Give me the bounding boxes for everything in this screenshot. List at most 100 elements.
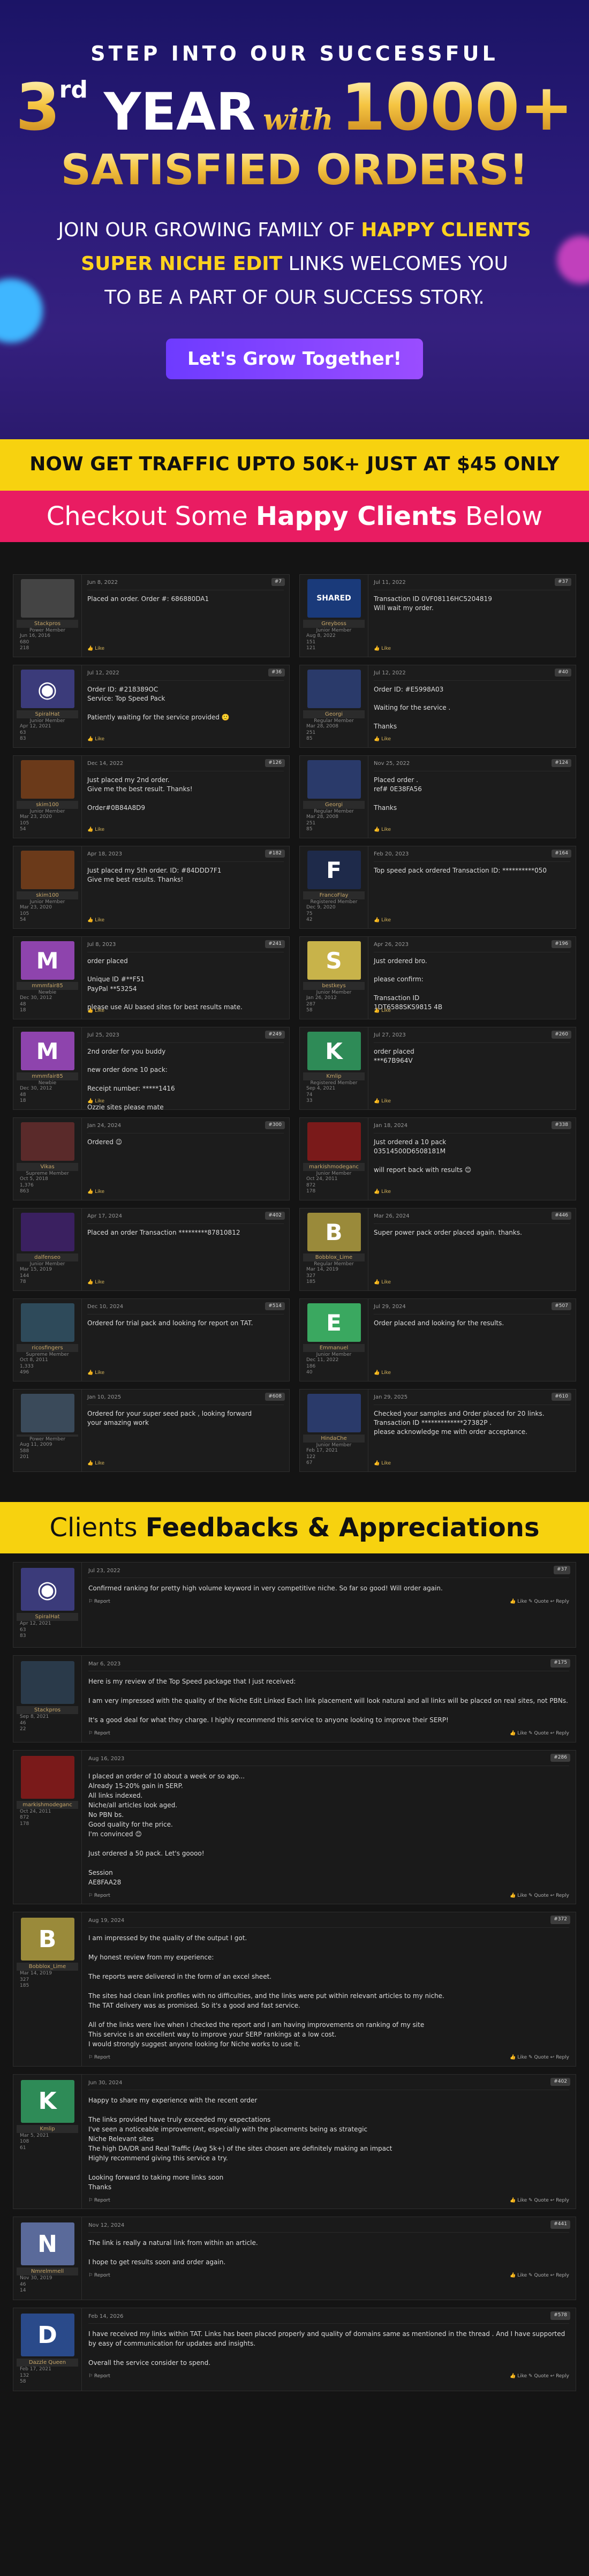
post-actions[interactable]: 👍 Like ✎ Quote ↩ Reply bbox=[510, 2054, 569, 2062]
username[interactable]: Kmlip bbox=[303, 1072, 365, 1080]
avatar[interactable] bbox=[20, 1661, 74, 1704]
report-link[interactable]: ⚐ Report bbox=[88, 2373, 110, 2380]
like-reaction[interactable]: 👍 Like bbox=[374, 1008, 391, 1015]
like-reaction[interactable]: 👍 Like bbox=[374, 917, 391, 924]
post-number[interactable]: #610 bbox=[552, 1393, 571, 1401]
avatar[interactable] bbox=[307, 1394, 361, 1432]
avatar[interactable] bbox=[20, 1213, 74, 1251]
username[interactable]: Dazzle Queen bbox=[17, 2359, 78, 2367]
username[interactable]: skim100 bbox=[17, 891, 78, 899]
post-number[interactable]: #40 bbox=[555, 669, 571, 677]
like-reaction[interactable]: 👍 Like bbox=[87, 1098, 104, 1105]
username[interactable]: Stackpros bbox=[17, 620, 78, 628]
avatar[interactable] bbox=[20, 851, 74, 889]
post-number[interactable]: #37 bbox=[555, 578, 571, 587]
avatar[interactable]: S bbox=[307, 941, 361, 980]
avatar[interactable]: N bbox=[20, 2222, 74, 2265]
post-actions[interactable]: 👍 Like ✎ Quote ↩ Reply bbox=[510, 2197, 569, 2205]
post-number[interactable]: #164 bbox=[552, 850, 571, 858]
post-actions[interactable]: 👍 Like ✎ Quote ↩ Reply bbox=[510, 2373, 569, 2380]
username[interactable]: dalfenseo bbox=[17, 1253, 78, 1261]
username[interactable]: Vikas bbox=[17, 1163, 78, 1171]
post-number[interactable]: #124 bbox=[552, 759, 571, 768]
post-number[interactable]: #7 bbox=[271, 578, 285, 587]
avatar[interactable]: M bbox=[20, 941, 74, 980]
username[interactable]: Emmanuel bbox=[303, 1344, 365, 1352]
like-reaction[interactable]: 👍 Like bbox=[374, 1460, 391, 1467]
username[interactable]: SpiralHat bbox=[17, 710, 78, 718]
like-reaction[interactable]: 👍 Like bbox=[374, 736, 391, 743]
username[interactable]: Stackpros bbox=[17, 1706, 78, 1714]
like-reaction[interactable]: 👍 Like bbox=[87, 1189, 104, 1196]
post-number[interactable]: #182 bbox=[265, 850, 285, 858]
like-reaction[interactable]: 👍 Like bbox=[87, 1008, 104, 1015]
post-actions[interactable]: 👍 Like ✎ Quote ↩ Reply bbox=[510, 1730, 569, 1738]
username[interactable]: Kmlip bbox=[17, 2124, 78, 2133]
username[interactable]: bestkeys bbox=[303, 982, 365, 990]
post-number[interactable]: #126 bbox=[265, 759, 285, 768]
username[interactable]: skim100 bbox=[17, 801, 78, 809]
lets-grow-button[interactable]: Let's Grow Together! bbox=[166, 339, 423, 379]
avatar[interactable]: M bbox=[20, 1032, 74, 1070]
avatar[interactable]: ◉ bbox=[20, 670, 74, 708]
avatar[interactable] bbox=[307, 760, 361, 799]
username[interactable]: Georgi bbox=[303, 710, 365, 718]
like-reaction[interactable]: 👍 Like bbox=[374, 645, 391, 652]
post-actions[interactable]: 👍 Like ✎ Quote ↩ Reply bbox=[510, 1598, 569, 1606]
report-link[interactable]: ⚐ Report bbox=[88, 2272, 110, 2280]
post-number[interactable]: #37 bbox=[554, 1566, 570, 1574]
like-reaction[interactable]: 👍 Like bbox=[87, 827, 104, 833]
post-number[interactable]: #175 bbox=[550, 1659, 570, 1668]
post-number[interactable]: #36 bbox=[268, 669, 285, 677]
report-link[interactable]: ⚐ Report bbox=[88, 2197, 110, 2205]
post-number[interactable]: #338 bbox=[552, 1121, 571, 1130]
post-number[interactable]: #241 bbox=[265, 940, 285, 949]
like-reaction[interactable]: 👍 Like bbox=[87, 1460, 104, 1467]
post-number[interactable]: #507 bbox=[552, 1302, 571, 1311]
avatar[interactable]: B bbox=[307, 1213, 361, 1251]
like-reaction[interactable]: 👍 Like bbox=[374, 1370, 391, 1377]
username[interactable]: markishmodeganc bbox=[303, 1163, 365, 1171]
username[interactable]: mmmfair85 bbox=[17, 982, 78, 990]
like-reaction[interactable]: 👍 Like bbox=[374, 1279, 391, 1286]
post-number[interactable]: #372 bbox=[550, 1916, 570, 1924]
avatar[interactable] bbox=[20, 1755, 74, 1799]
username[interactable]: ricosfingers bbox=[17, 1344, 78, 1352]
avatar[interactable]: E bbox=[307, 1303, 361, 1342]
username[interactable]: SpiralHat bbox=[17, 1613, 78, 1621]
report-link[interactable]: ⚐ Report bbox=[88, 1598, 110, 1606]
username[interactable]: Bobblox_Lime bbox=[303, 1253, 365, 1261]
like-reaction[interactable]: 👍 Like bbox=[87, 1370, 104, 1377]
post-number[interactable]: #514 bbox=[265, 1302, 285, 1311]
post-number[interactable]: #608 bbox=[265, 1393, 285, 1401]
avatar[interactable] bbox=[20, 1394, 74, 1432]
like-reaction[interactable]: 👍 Like bbox=[374, 827, 391, 833]
username[interactable]: mmmfair85 bbox=[17, 1072, 78, 1080]
avatar[interactable] bbox=[20, 1122, 74, 1161]
like-reaction[interactable]: 👍 Like bbox=[87, 1279, 104, 1286]
post-number[interactable]: #286 bbox=[550, 1753, 570, 1762]
post-number[interactable]: #249 bbox=[265, 1031, 285, 1039]
post-number[interactable]: #260 bbox=[552, 1031, 571, 1039]
avatar[interactable] bbox=[20, 1303, 74, 1342]
avatar[interactable]: SHARED bbox=[307, 579, 361, 618]
avatar[interactable] bbox=[20, 579, 74, 618]
avatar[interactable] bbox=[307, 670, 361, 708]
post-number[interactable]: #402 bbox=[550, 2077, 570, 2086]
avatar[interactable] bbox=[20, 760, 74, 799]
post-number[interactable]: #446 bbox=[552, 1212, 571, 1220]
post-number[interactable]: #402 bbox=[265, 1212, 285, 1220]
avatar[interactable]: ◉ bbox=[20, 1568, 74, 1611]
report-link[interactable]: ⚐ Report bbox=[88, 1892, 110, 1900]
username[interactable]: Bobblox_Lime bbox=[17, 1963, 78, 1971]
post-number[interactable]: #578 bbox=[550, 2311, 570, 2320]
post-number[interactable]: #441 bbox=[550, 2220, 570, 2229]
username[interactable]: Greyboss bbox=[303, 620, 365, 628]
avatar[interactable]: D bbox=[20, 2314, 74, 2357]
username[interactable]: Georgi bbox=[303, 801, 365, 809]
report-link[interactable]: ⚐ Report bbox=[88, 1730, 110, 1738]
like-reaction[interactable]: 👍 Like bbox=[374, 1098, 391, 1105]
post-actions[interactable]: 👍 Like ✎ Quote ↩ Reply bbox=[510, 1892, 569, 1900]
username[interactable]: HindaChe bbox=[303, 1435, 365, 1443]
username[interactable]: Nmrelmmell bbox=[17, 2267, 78, 2275]
